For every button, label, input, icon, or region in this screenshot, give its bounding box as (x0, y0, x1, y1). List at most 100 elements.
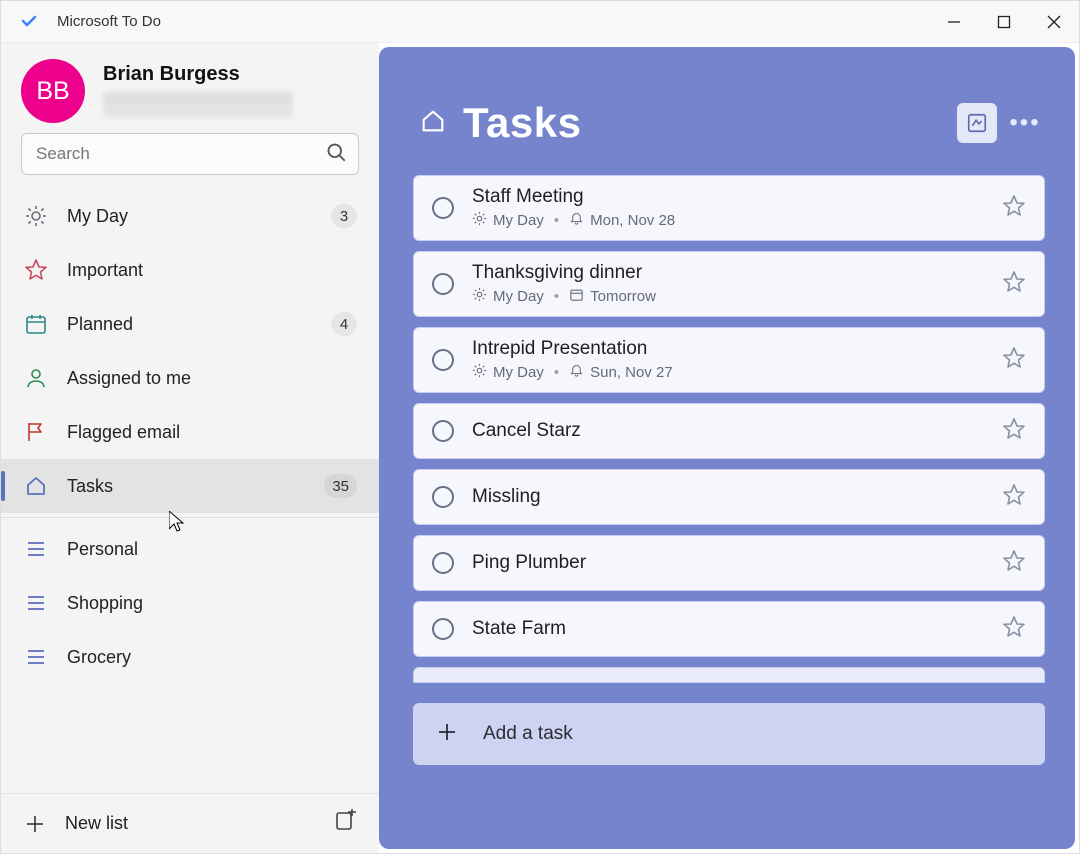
task-checkbox[interactable] (432, 420, 454, 442)
task-title: Cancel Starz (472, 420, 1002, 442)
task-row-peek (413, 667, 1045, 683)
task-title: State Farm (472, 618, 1002, 640)
window-maximize-button[interactable] (979, 1, 1029, 43)
bell-icon (569, 363, 584, 382)
sun-icon (472, 363, 487, 382)
task-row[interactable]: State Farm (413, 601, 1045, 657)
task-checkbox[interactable] (432, 552, 454, 574)
add-task-label: Add a task (483, 723, 573, 745)
sidebar-item-label: Shopping (67, 593, 357, 614)
star-icon[interactable] (1002, 346, 1026, 375)
task-row[interactable]: Cancel Starz (413, 403, 1045, 459)
star-icon[interactable] (1002, 483, 1026, 512)
star-icon[interactable] (1002, 194, 1026, 223)
sidebar-item-label: Assigned to me (67, 368, 357, 389)
app-title: Microsoft To Do (57, 13, 161, 30)
titlebar: Microsoft To Do (1, 1, 1079, 43)
main-panel: Tasks ••• Staff Meeting My Day•Mon, Nov 2… (379, 47, 1075, 849)
home-icon (419, 107, 447, 140)
sidebar-item-count: 35 (324, 474, 357, 498)
sidebar-item-myday[interactable]: My Day 3 (1, 189, 379, 243)
main-header: Tasks ••• (419, 99, 1045, 147)
add-task-row[interactable]: Add a task (413, 703, 1045, 765)
my-day-label: My Day (493, 364, 544, 381)
list-icon (23, 590, 49, 616)
home-icon (23, 473, 49, 499)
task-checkbox[interactable] (432, 618, 454, 640)
plus-icon (435, 720, 459, 749)
user-name: Brian Burgess (103, 63, 293, 86)
search-box[interactable] (21, 133, 359, 175)
plus-icon (23, 812, 47, 836)
star-icon[interactable] (1002, 270, 1026, 299)
task-row[interactable]: Intrepid Presentation My Day•Sun, Nov 27 (413, 327, 1045, 393)
star-icon[interactable] (1002, 549, 1026, 578)
sun-icon (472, 211, 487, 230)
suggestions-button[interactable] (957, 103, 997, 143)
sidebar-item-shopping[interactable]: Shopping (1, 576, 379, 630)
my-day-label: My Day (493, 288, 544, 305)
calendar-icon (569, 287, 584, 306)
sun-icon (23, 203, 49, 229)
new-group-icon[interactable] (333, 809, 357, 838)
task-row[interactable]: Missling (413, 469, 1045, 525)
task-title: Staff Meeting (472, 186, 1002, 208)
task-checkbox[interactable] (432, 273, 454, 295)
search-icon[interactable] (326, 142, 346, 167)
task-checkbox[interactable] (432, 349, 454, 371)
task-checkbox[interactable] (432, 197, 454, 219)
main-title: Tasks (463, 99, 581, 147)
app-window: Microsoft To Do BB Brian Burgess My (0, 0, 1080, 854)
task-checkbox[interactable] (432, 486, 454, 508)
star-icon[interactable] (1002, 417, 1026, 446)
user-email-redacted (103, 92, 293, 118)
sidebar-item-flagged[interactable]: Flagged email (1, 405, 379, 459)
new-list-row[interactable]: New list (1, 793, 379, 853)
my-day-label: My Day (493, 212, 544, 229)
profile-section[interactable]: BB Brian Burgess (1, 43, 379, 133)
sidebar-item-personal[interactable]: Personal (1, 522, 379, 576)
sidebar-item-label: Personal (67, 539, 357, 560)
sidebar-item-count: 3 (331, 204, 357, 228)
task-reminder: Tomorrow (590, 288, 656, 305)
smart-lists: My Day 3 Important Planned 4 Assigned to… (1, 189, 379, 513)
more-options-button[interactable]: ••• (1005, 103, 1045, 143)
sidebar-item-important[interactable]: Important (1, 243, 379, 297)
task-list: Staff Meeting My Day•Mon, Nov 28 Thanksgi… (413, 175, 1045, 683)
avatar[interactable]: BB (21, 59, 85, 123)
task-row[interactable]: Staff Meeting My Day•Mon, Nov 28 (413, 175, 1045, 241)
task-row[interactable]: Thanksgiving dinner My Day•Tomorrow (413, 251, 1045, 317)
task-meta: My Day•Sun, Nov 27 (472, 363, 1002, 382)
flag-icon (23, 419, 49, 445)
person-icon (23, 365, 49, 391)
sidebar-item-assigned[interactable]: Assigned to me (1, 351, 379, 405)
list-icon (23, 644, 49, 670)
star-icon[interactable] (1002, 615, 1026, 644)
task-meta: My Day•Tomorrow (472, 287, 1002, 306)
sidebar-divider (1, 517, 379, 518)
sun-icon (472, 287, 487, 306)
app-icon (15, 14, 43, 30)
sidebar-item-label: Grocery (67, 647, 357, 668)
search-input[interactable] (34, 143, 326, 165)
task-title: Ping Plumber (472, 552, 1002, 574)
window-minimize-button[interactable] (929, 1, 979, 43)
sidebar-item-label: Tasks (67, 476, 324, 497)
sidebar-item-tasks[interactable]: Tasks 35 (1, 459, 379, 513)
sidebar-item-grocery[interactable]: Grocery (1, 630, 379, 684)
task-title: Intrepid Presentation (472, 338, 1002, 360)
sidebar-item-planned[interactable]: Planned 4 (1, 297, 379, 351)
calendar-icon (23, 311, 49, 337)
task-title: Missling (472, 486, 1002, 508)
sidebar-item-label: Flagged email (67, 422, 357, 443)
task-meta: My Day•Mon, Nov 28 (472, 211, 1002, 230)
task-reminder: Mon, Nov 28 (590, 212, 675, 229)
list-icon (23, 536, 49, 562)
bell-icon (569, 211, 584, 230)
task-reminder: Sun, Nov 27 (590, 364, 673, 381)
sidebar-item-count: 4 (331, 312, 357, 336)
task-row[interactable]: Ping Plumber (413, 535, 1045, 591)
task-title: Thanksgiving dinner (472, 262, 1002, 284)
sidebar-item-label: My Day (67, 206, 331, 227)
window-close-button[interactable] (1029, 1, 1079, 43)
